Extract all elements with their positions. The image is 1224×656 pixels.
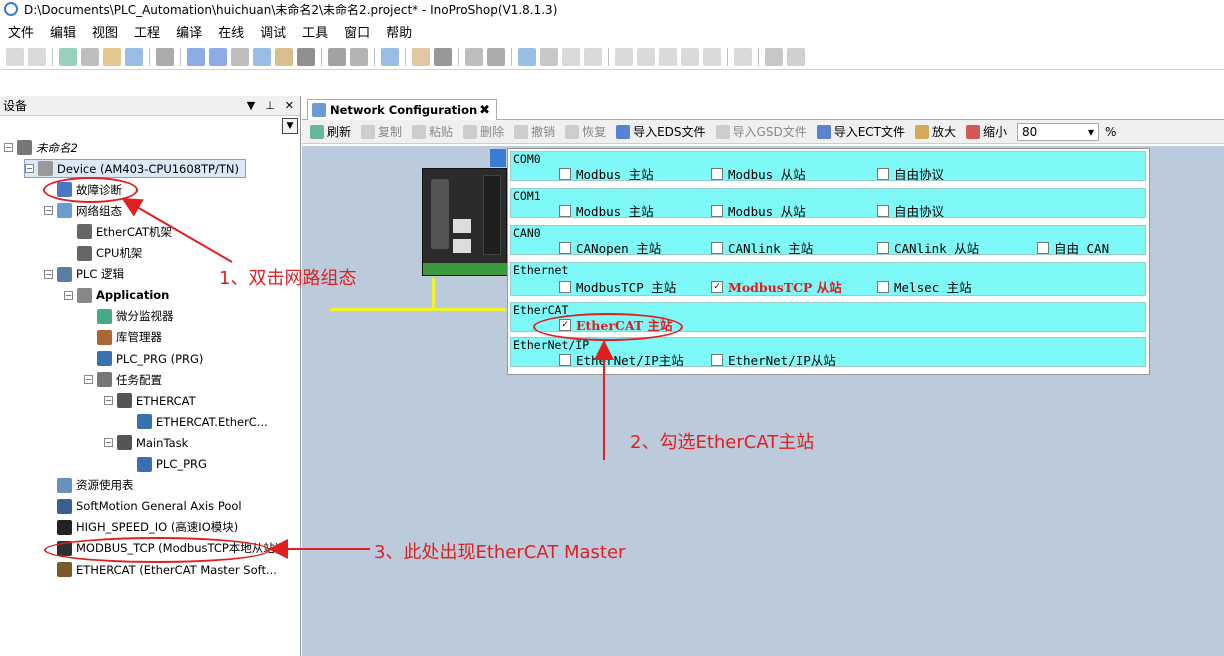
annotation-step-3: 3、此处出现EtherCAT Master: [374, 542, 626, 563]
annotation-step-1: 1、双击网路组态: [219, 268, 357, 289]
annotation-arrow-1: [121, 197, 233, 263]
annotation-step-2: 2、勾选EtherCAT主站: [630, 432, 815, 453]
